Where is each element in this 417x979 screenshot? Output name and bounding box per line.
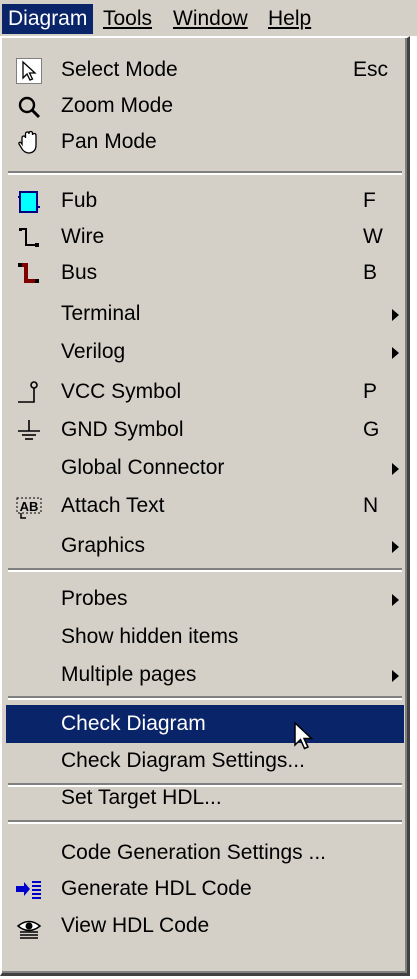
- menu-item-pan-mode[interactable]: Pan Mode: [6, 124, 404, 160]
- submenu-arrow-icon: [392, 463, 399, 475]
- terminal-label: Terminal: [61, 302, 141, 325]
- menu-item-check-diagram-settings[interactable]: Check Diagram Settings...: [6, 743, 404, 779]
- fub-shortcut: F: [363, 189, 376, 212]
- bus-label: Bus: [61, 261, 98, 284]
- menu-item-show-hidden-items[interactable]: Show hidden items: [6, 619, 404, 655]
- menu-item-vcc-symbol[interactable]: VCC Symbol P: [6, 374, 404, 410]
- hand-icon: [18, 130, 37, 154]
- fub-block-icon: [18, 191, 40, 213]
- menu-item-wire[interactable]: Wire W: [6, 219, 404, 255]
- menu-item-bus[interactable]: Bus B: [6, 255, 404, 291]
- menu-help[interactable]: Help: [262, 4, 317, 34]
- magnifier-icon: [18, 96, 41, 119]
- attach-text-shortcut: N: [363, 494, 379, 517]
- pan-mode-label: Pan Mode: [61, 130, 157, 153]
- menu-item-fub[interactable]: Fub F: [6, 183, 404, 219]
- vcc-icon: [18, 381, 38, 403]
- menu-item-verilog[interactable]: Verilog: [6, 334, 404, 370]
- attach-text-icon: AB: [16, 497, 42, 519]
- menu-window-label: Window: [173, 7, 248, 30]
- submenu-arrow-icon: [392, 594, 399, 606]
- menu-item-gnd-symbol[interactable]: GND Symbol G: [6, 412, 404, 448]
- menu-bar: Diagram Tools Window Help: [0, 0, 417, 36]
- submenu-arrow-icon: [392, 541, 399, 553]
- menu-separator: [8, 696, 402, 700]
- bus-shortcut: B: [363, 261, 378, 284]
- submenu-arrow-icon: [392, 347, 399, 359]
- verilog-label: Verilog: [61, 340, 126, 363]
- gnd-symbol-label: GND Symbol: [61, 418, 184, 441]
- menu-window[interactable]: Window: [167, 4, 254, 34]
- menu-item-global-connector[interactable]: Global Connector: [6, 450, 404, 486]
- view-hdl-icon: [16, 920, 42, 939]
- probes-label: Probes: [61, 587, 128, 610]
- menu-separator: [8, 820, 402, 824]
- view-hdl-code-label: View HDL Code: [61, 914, 210, 937]
- set-target-hdl-label: Set Target HDL...: [61, 786, 222, 809]
- vcc-symbol-label: VCC Symbol: [61, 380, 182, 403]
- global-connector-label: Global Connector: [61, 456, 225, 479]
- menu-item-multiple-pages[interactable]: Multiple pages: [6, 657, 404, 693]
- multiple-pages-label: Multiple pages: [61, 663, 197, 686]
- menu-item-check-diagram[interactable]: Check Diagram: [6, 705, 404, 743]
- menu-item-terminal[interactable]: Terminal: [6, 296, 404, 332]
- generate-hdl-code-label: Generate HDL Code: [61, 877, 252, 900]
- mouse-cursor-icon: [294, 722, 314, 750]
- gnd-icon: [18, 420, 40, 440]
- submenu-arrow-icon: [392, 670, 399, 682]
- fub-label: Fub: [61, 189, 98, 212]
- vcc-shortcut: P: [363, 380, 378, 403]
- check-diagram-label: Check Diagram: [61, 712, 206, 735]
- menu-item-select-mode[interactable]: Select Mode Esc: [6, 52, 404, 88]
- menu-item-set-target-hdl[interactable]: Set Target HDL...: [6, 779, 404, 817]
- bus-icon: [18, 263, 39, 283]
- menu-tools[interactable]: Tools: [97, 4, 158, 34]
- code-generation-settings-label: Code Generation Settings ...: [61, 841, 326, 864]
- menu-separator: [8, 568, 402, 572]
- arrow-pointer-icon: [16, 58, 42, 84]
- menu-item-zoom-mode[interactable]: Zoom Mode: [6, 88, 404, 124]
- menu-item-probes[interactable]: Probes: [6, 581, 404, 617]
- menu-diagram[interactable]: Diagram: [2, 4, 94, 34]
- wire-label: Wire: [61, 225, 105, 248]
- menu-tools-label: Tools: [103, 7, 153, 30]
- menu-item-attach-text[interactable]: AB Attach Text N: [6, 488, 404, 524]
- menu-item-view-hdl-code[interactable]: View HDL Code: [6, 908, 404, 944]
- check-diagram-settings-label: Check Diagram Settings...: [61, 749, 305, 772]
- menu-item-code-generation-settings[interactable]: Code Generation Settings ...: [6, 835, 404, 871]
- menu-help-label: Help: [268, 7, 312, 30]
- menu-item-generate-hdl-code[interactable]: Generate HDL Code: [6, 871, 404, 907]
- select-mode-shortcut: Esc: [353, 58, 389, 81]
- submenu-arrow-icon: [392, 309, 399, 321]
- graphics-label: Graphics: [61, 534, 146, 557]
- menu-diagram-label: Diagram: [8, 7, 88, 30]
- attach-text-label: Attach Text: [61, 494, 165, 517]
- select-mode-label: Select Mode: [61, 58, 178, 81]
- zoom-mode-label: Zoom Mode: [61, 94, 174, 117]
- menu-item-graphics[interactable]: Graphics: [6, 528, 404, 564]
- wire-shortcut: W: [363, 225, 383, 248]
- gnd-shortcut: G: [363, 418, 380, 441]
- show-hidden-items-label: Show hidden items: [61, 625, 239, 648]
- wire-icon: [19, 228, 39, 247]
- svg-text:AB: AB: [20, 499, 39, 514]
- generate-hdl-icon: [16, 881, 41, 899]
- diagram-dropdown-menu: Select Mode Esc Zoom Mode Pan Mode Fub F: [0, 36, 410, 976]
- menu-separator: [8, 171, 402, 175]
